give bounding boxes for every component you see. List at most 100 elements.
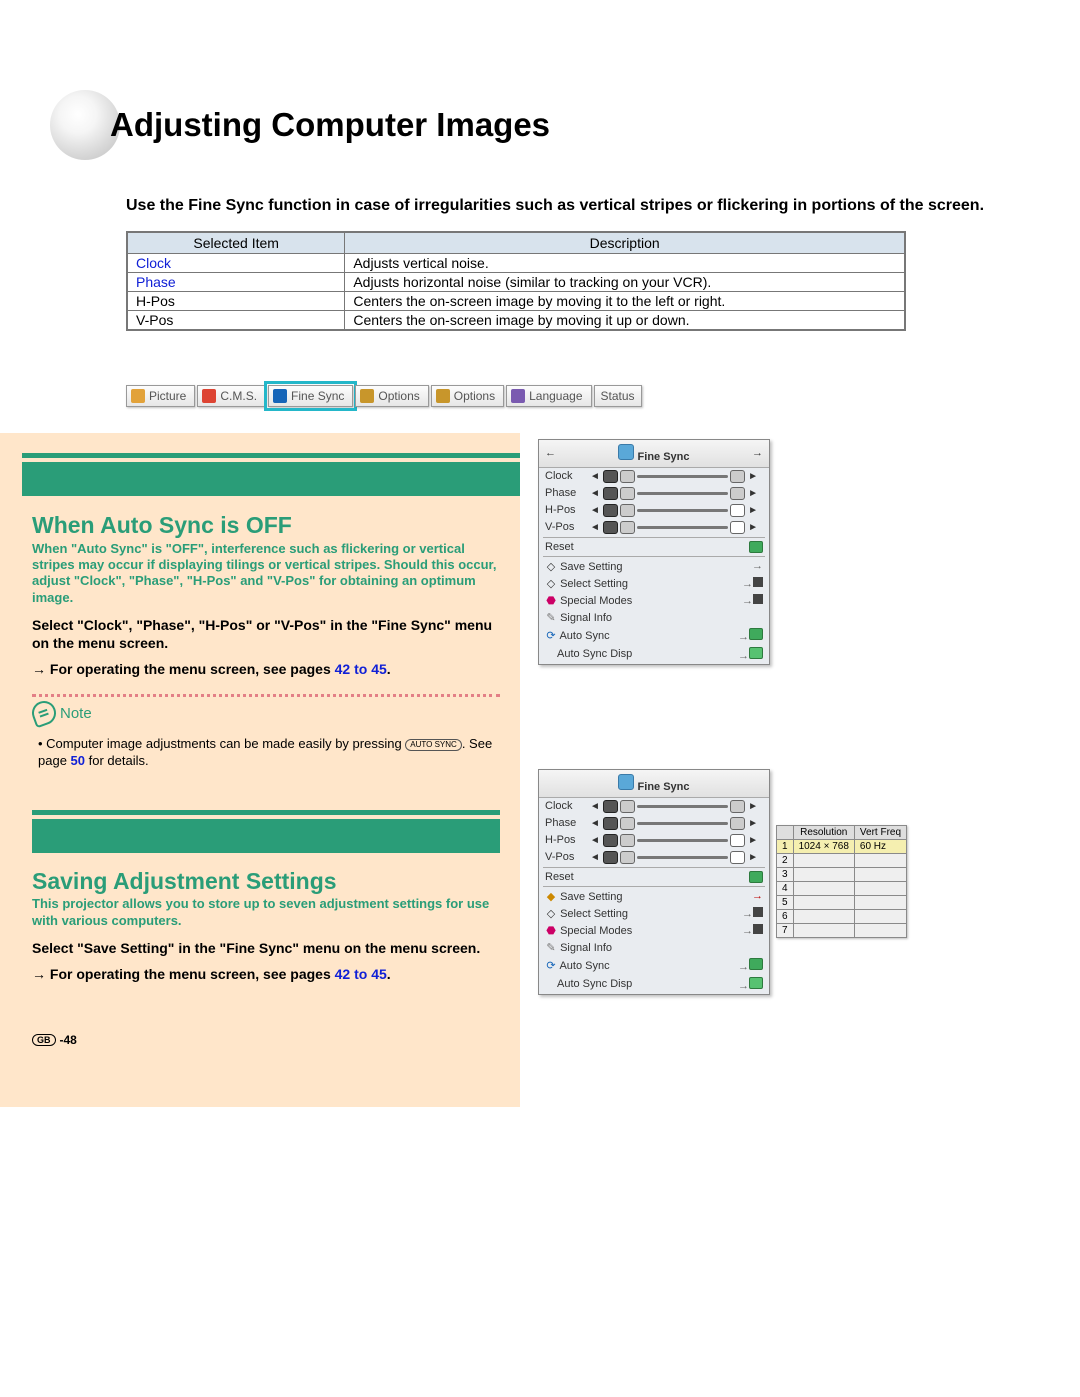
res-row[interactable]: 4 bbox=[777, 882, 907, 896]
tab-options-2[interactable]: Options bbox=[431, 385, 504, 407]
menu-special-modes[interactable]: ⬣ Special Modes→ bbox=[539, 922, 769, 939]
osd-fine-sync: ← Fine Sync → Clock◄► Phase◄► H-Pos◄► V-… bbox=[538, 439, 770, 665]
menu-signal-info[interactable]: ✎ Signal Info bbox=[539, 939, 769, 956]
section-lead: When "Auto Sync" is "OFF", interference … bbox=[32, 541, 500, 606]
diamond-icon: ◇ bbox=[545, 560, 557, 573]
cell-item[interactable]: Phase bbox=[127, 272, 345, 291]
page-number: -48 bbox=[60, 1033, 77, 1047]
menu-auto-sync-disp[interactable]: Auto Sync Disp→ bbox=[539, 645, 769, 664]
tab-language[interactable]: Language bbox=[506, 385, 591, 407]
cell-item: H-Pos bbox=[127, 291, 345, 310]
cell-item: V-Pos bbox=[127, 310, 345, 330]
res-row[interactable]: 3 bbox=[777, 868, 907, 882]
slider-label: H-Pos bbox=[545, 504, 585, 516]
slider-label: Clock bbox=[545, 470, 585, 482]
prev-tab-icon[interactable]: ← bbox=[545, 447, 556, 459]
res-row[interactable]: 7 bbox=[777, 924, 907, 938]
tab-label: Picture bbox=[149, 389, 186, 403]
page-link[interactable]: 42 to 45 bbox=[335, 966, 387, 982]
modes-icon: ⬣ bbox=[545, 594, 557, 607]
slider-label: Phase bbox=[545, 817, 585, 829]
left-column: When Auto Sync is OFF When "Auto Sync" i… bbox=[0, 433, 520, 1108]
tab-picture[interactable]: Picture bbox=[126, 385, 195, 407]
intro-text: Use the Fine Sync function in case of ir… bbox=[126, 196, 990, 217]
autosync-icon: ⟳ bbox=[545, 629, 557, 642]
slider-vpos[interactable]: ◄► bbox=[589, 851, 759, 864]
state-icon bbox=[749, 647, 763, 659]
osd-fine-sync-2: Fine Sync Clock◄► Phase◄► H-Pos◄► V-Pos◄… bbox=[538, 769, 770, 995]
submenu-arrow-icon: → bbox=[752, 560, 763, 572]
reset-label: Reset bbox=[545, 541, 585, 553]
menu-special-modes[interactable]: ⬣ Special Modes→ bbox=[539, 592, 769, 609]
note-text: • Computer image adjustments can be made… bbox=[38, 736, 500, 770]
page-link[interactable]: 50 bbox=[71, 753, 85, 768]
square-icon bbox=[753, 577, 763, 587]
slider-label: Phase bbox=[545, 487, 585, 499]
slider-clock[interactable]: ◄► bbox=[589, 800, 759, 813]
section-lead: This projector allows you to store up to… bbox=[32, 896, 500, 929]
fine-sync-icon bbox=[618, 444, 634, 460]
menu-save-setting-selected[interactable]: ◆ Save Setting→ bbox=[539, 888, 769, 905]
reset-icon[interactable] bbox=[749, 871, 763, 883]
next-tab-icon[interactable]: → bbox=[752, 447, 763, 459]
slider-phase[interactable]: ◄► bbox=[589, 817, 759, 830]
page-title: Adjusting Computer Images bbox=[110, 106, 550, 144]
section-title: When Auto Sync is OFF bbox=[32, 512, 500, 539]
res-row[interactable]: 1 1024 × 768 60 Hz bbox=[777, 840, 907, 854]
cell-desc: Adjusts horizontal noise (similar to tra… bbox=[345, 272, 905, 291]
square-icon bbox=[753, 907, 763, 917]
section-title: Saving Adjustment Settings bbox=[32, 869, 500, 894]
th-desc: Description bbox=[345, 232, 905, 254]
menu-auto-sync[interactable]: ⟳ Auto Sync→ bbox=[539, 626, 769, 645]
th-vfreq: Vert Freq bbox=[854, 826, 906, 840]
page-link[interactable]: 42 to 45 bbox=[335, 661, 387, 677]
heading-bars-icon bbox=[32, 810, 500, 853]
slider-label: H-Pos bbox=[545, 834, 585, 846]
menu-select-setting[interactable]: ◇ Select Setting→ bbox=[539, 575, 769, 592]
tab-label: Options bbox=[378, 389, 419, 403]
tab-label: C.M.S. bbox=[220, 389, 257, 403]
diamond-icon: ◆ bbox=[545, 890, 557, 903]
res-row[interactable]: 2 bbox=[777, 854, 907, 868]
cell-desc: Centers the on-screen image by moving it… bbox=[345, 291, 905, 310]
menu-signal-info[interactable]: ✎ Signal Info bbox=[539, 609, 769, 626]
reset-icon[interactable] bbox=[749, 541, 763, 553]
diamond-icon: ◇ bbox=[545, 907, 557, 920]
menu-auto-sync[interactable]: ⟳ Auto Sync→ bbox=[539, 956, 769, 975]
signal-icon: ✎ bbox=[545, 941, 557, 954]
slider-vpos[interactable]: ◄► bbox=[589, 521, 759, 534]
square-icon bbox=[753, 594, 763, 604]
square-icon bbox=[753, 924, 763, 934]
th-idx bbox=[777, 826, 794, 840]
crossref-text: → For operating the menu screen, see pag… bbox=[32, 660, 500, 678]
slider-hpos[interactable]: ◄► bbox=[589, 504, 759, 517]
menu-select-setting[interactable]: ◇ Select Setting→ bbox=[539, 905, 769, 922]
signal-icon: ✎ bbox=[545, 611, 557, 624]
res-row[interactable]: 6 bbox=[777, 910, 907, 924]
slider-phase[interactable]: ◄► bbox=[589, 487, 759, 500]
heading-bars-icon bbox=[22, 453, 520, 496]
tab-options-1[interactable]: Options bbox=[355, 385, 428, 407]
tab-label: Status bbox=[601, 389, 635, 403]
table-row: H-Pos Centers the on-screen image by mov… bbox=[127, 291, 905, 310]
tab-label: Language bbox=[529, 389, 582, 403]
title-row: Adjusting Computer Images bbox=[90, 90, 990, 160]
slider-label: Clock bbox=[545, 800, 585, 812]
instruction-text: Select "Clock", "Phase", "H-Pos" or "V-P… bbox=[32, 616, 500, 652]
slider-hpos[interactable]: ◄► bbox=[589, 834, 759, 847]
resolution-table: Resolution Vert Freq 1 1024 × 768 60 Hz … bbox=[776, 825, 907, 938]
menu-save-setting[interactable]: ◇ Save Setting→ bbox=[539, 558, 769, 575]
res-row[interactable]: 5 bbox=[777, 896, 907, 910]
note-icon bbox=[29, 698, 60, 729]
cell-item[interactable]: Clock bbox=[127, 253, 345, 272]
menu-bar: Picture C.M.S. Fine Sync Options Options… bbox=[126, 385, 990, 407]
tab-cms[interactable]: C.M.S. bbox=[197, 385, 266, 407]
menu-auto-sync-disp[interactable]: Auto Sync Disp→ bbox=[539, 975, 769, 994]
submenu-arrow-icon: → bbox=[752, 890, 763, 902]
autosync-icon: ⟳ bbox=[545, 959, 557, 972]
crossref-text: → For operating the menu screen, see pag… bbox=[32, 965, 500, 983]
tab-status[interactable]: Status bbox=[594, 385, 642, 407]
tab-fine-sync[interactable]: Fine Sync bbox=[268, 385, 353, 407]
state-icon bbox=[749, 958, 763, 970]
slider-clock[interactable]: ◄► bbox=[589, 470, 759, 483]
